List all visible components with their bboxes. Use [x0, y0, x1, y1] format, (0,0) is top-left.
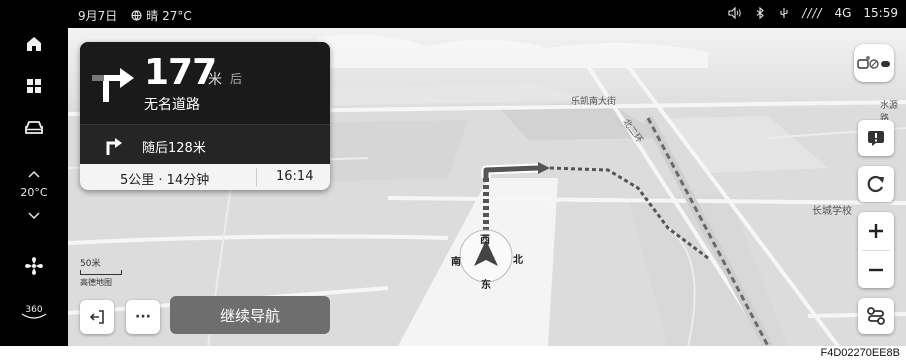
svg-text:360: 360 [25, 305, 42, 315]
fan-icon [25, 257, 43, 275]
report-button[interactable] [858, 120, 894, 156]
minus-icon [869, 268, 883, 271]
distance-unit: 米 [208, 72, 222, 88]
continue-navigation-button[interactable]: 继续导航 [170, 296, 330, 334]
clock: 15:59 [863, 6, 898, 20]
more-button[interactable]: ··· [126, 300, 160, 334]
traffic-settings-button[interactable] [854, 44, 894, 82]
usb-icon [780, 8, 788, 18]
refresh-route-button[interactable] [858, 166, 894, 202]
then-panel: 随后128米 [80, 124, 330, 164]
signal-bars-icon: //// [802, 6, 823, 20]
fan-button[interactable] [20, 252, 48, 280]
road-name: 无名道路 [144, 97, 200, 113]
apps-button[interactable] [20, 72, 48, 100]
route-icon [867, 307, 885, 325]
scale-label: 50米 [80, 259, 101, 269]
trip-summary: 5公里 · 14分钟 16:14 [80, 164, 330, 190]
weather-text: 晴 27°C [146, 9, 192, 23]
vehicle-button[interactable] [20, 114, 48, 142]
date-text: 9月7日 [78, 9, 118, 23]
temperature-display: 20°C [20, 186, 48, 199]
network-type: 4G [834, 6, 852, 20]
then-text: 随后128米 [142, 141, 206, 156]
home-button[interactable] [20, 30, 48, 58]
exit-icon [89, 310, 104, 324]
zoom-out-button[interactable] [858, 251, 894, 288]
weather: 晴 27°C [131, 7, 192, 24]
exit-nav-button[interactable] [80, 300, 114, 334]
chevron-up-icon [28, 170, 40, 178]
traffic-icons [857, 56, 890, 69]
poi-label: 长城学校 [812, 206, 852, 217]
compass-north: 北 [513, 255, 523, 266]
home-icon [27, 37, 41, 51]
turn-right-icon [92, 68, 134, 102]
refresh-icon [867, 175, 884, 193]
alert-icon [868, 131, 884, 146]
temp-down-button[interactable] [20, 202, 48, 230]
turn-distance: 177 [144, 52, 217, 93]
map-scale: 50米 [80, 256, 122, 275]
temp-up-button[interactable] [20, 160, 48, 188]
plus-icon [869, 224, 883, 238]
street-label: 乐凯南大街 [571, 97, 617, 107]
status-bar: 9月7日 晴 27°C //// 4G 15:59 [68, 0, 906, 28]
route-overview-button[interactable] [858, 298, 894, 334]
guidance-card[interactable]: 177 米 后 无名道路 随后128米 5公里 · 14分钟 16:14 [80, 42, 330, 190]
remaining-distance-time: 5公里 · 14分钟 [120, 173, 210, 188]
compass-south: 南 [451, 257, 461, 268]
zoom-in-button[interactable] [858, 212, 894, 250]
sidebar: 20°C 360 [0, 0, 68, 346]
then-turn-right-icon [106, 138, 122, 155]
distance-after: 后 [230, 72, 243, 86]
screen: 乐凯南大街 水源路 北二环 长城学校 西 北 南 东 9月7日 晴 27°C /… [0, 0, 906, 346]
compass-east: 东 [481, 280, 491, 291]
zoom-control [858, 212, 894, 288]
figure-code: F4D02270EE8B [820, 347, 901, 359]
scale-bar [80, 270, 122, 275]
chevron-down-icon [28, 212, 40, 220]
divider [256, 168, 257, 186]
camera-360-button[interactable]: 360 [16, 298, 52, 326]
globe-icon [131, 10, 142, 21]
map-brand: 高德地图 [80, 278, 112, 287]
camera-360-icon: 360 [21, 305, 47, 319]
volume-icon [728, 7, 742, 19]
bluetooth-icon [756, 7, 765, 19]
grid-icon [27, 79, 41, 93]
compass-west: 西 [480, 235, 490, 246]
car-icon [25, 121, 43, 134]
next-turn-panel: 177 米 后 无名道路 [80, 42, 330, 124]
arrival-time: 16:14 [276, 169, 314, 184]
